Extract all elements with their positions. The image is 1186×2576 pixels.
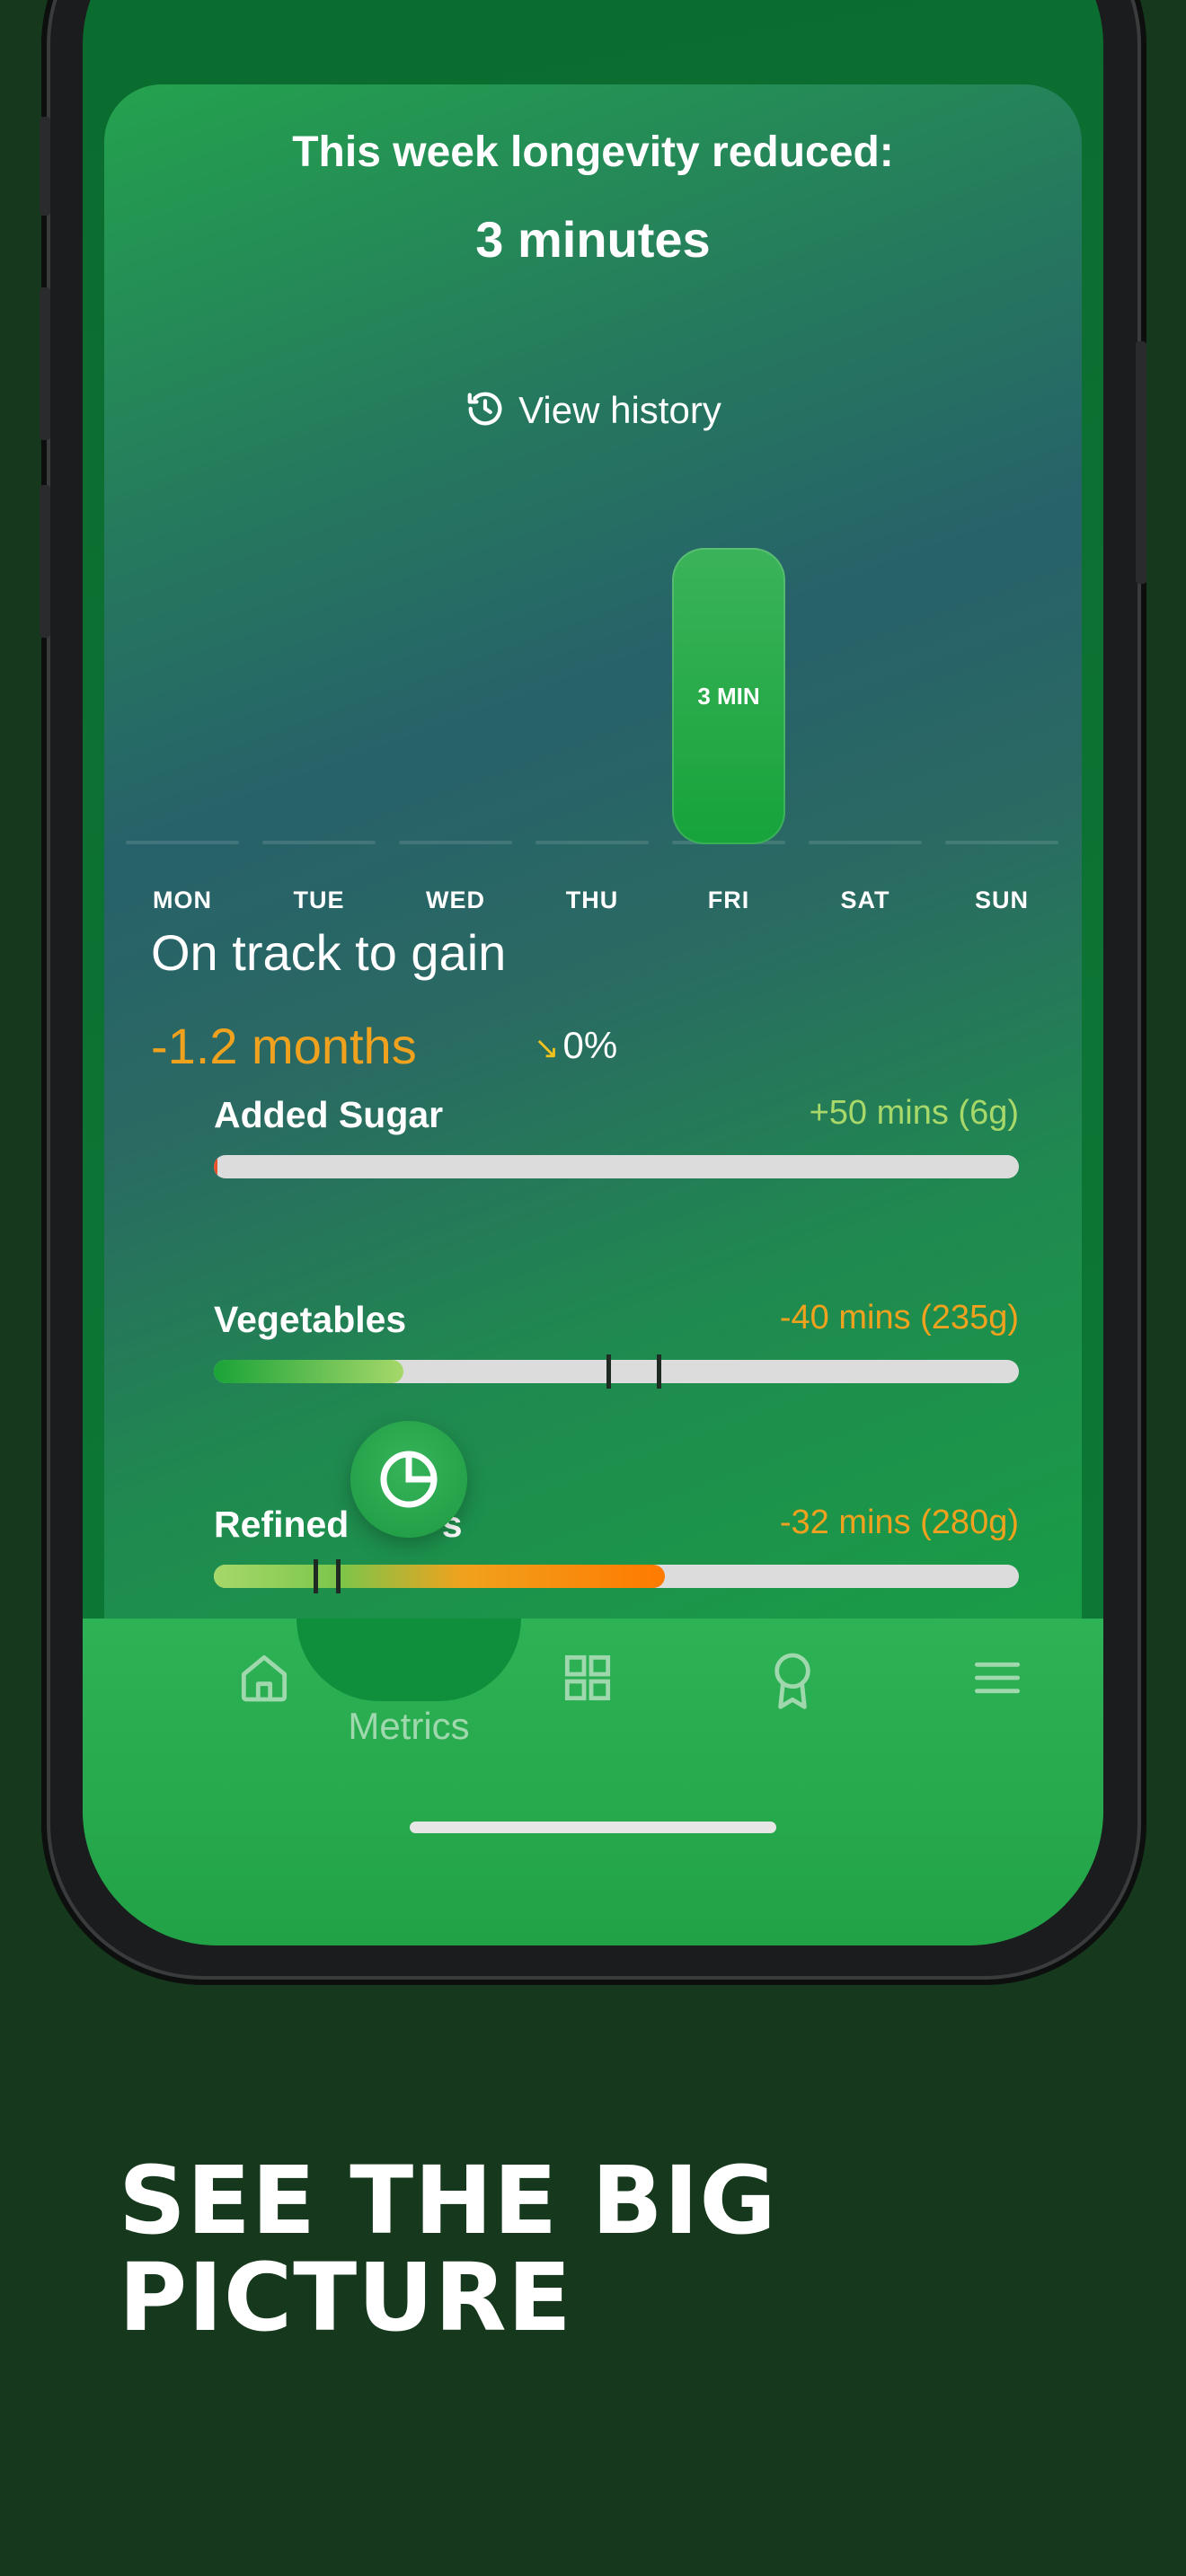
chart-day-label: SUN (974, 887, 1029, 913)
history-icon (465, 388, 506, 438)
chart-baseline (945, 841, 1058, 844)
chart-day-label: MON (153, 887, 212, 913)
award-icon[interactable] (764, 1649, 821, 1716)
projection-trend: ↘0% (534, 1024, 617, 1067)
metric-value: -32 mins (280g) (779, 1504, 1019, 1541)
home-indicator[interactable] (410, 1822, 776, 1833)
chart-day-sun[interactable]: SUN (945, 462, 1058, 929)
chart-day-fri[interactable]: 3 MIN FRI (672, 462, 785, 929)
metric-progress-bar (214, 1559, 1019, 1593)
metric-progress-fill (214, 1360, 403, 1383)
metric-target-marker (336, 1559, 341, 1593)
metric-progress-bar (214, 1155, 1019, 1178)
view-history-label: View history (518, 389, 721, 432)
chart-baseline (126, 841, 239, 844)
headline-line-2: PICTURE (119, 2243, 572, 2352)
metrics-tab-button[interactable] (350, 1421, 467, 1538)
card-title: This week longevity reduced: (292, 128, 894, 176)
chart-day-thu[interactable]: THU (535, 462, 649, 929)
metric-target-marker (657, 1354, 661, 1389)
view-history-link[interactable]: View history (104, 388, 1082, 438)
chart-day-tue[interactable]: TUE (262, 462, 376, 929)
metric-progress-fill (214, 1155, 217, 1178)
weekly-bar-chart: MON TUE WED THU 3 MIN FRI SAT SUN (126, 462, 1060, 929)
metric-value: +50 mins (6g) (809, 1094, 1019, 1132)
headline-line-1: SEE THE BIG (119, 2146, 777, 2255)
metric-value: -40 mins (235g) (779, 1299, 1019, 1337)
phone-side-button (40, 117, 50, 216)
chart-day-mon[interactable]: MON (126, 462, 239, 929)
promo-headline: SEE THE BIG PICTURE (119, 2152, 777, 2346)
metric-name: Added Sugar (214, 1094, 444, 1135)
projection-value: -1.2 months (151, 1018, 417, 1074)
metric-vegetables[interactable]: Vegetables -40 mins (235g) (214, 1299, 1019, 1389)
reduced-amount: 3 minutes (475, 211, 711, 268)
phone-power-button (1136, 341, 1146, 584)
metric-progress-fill (214, 1565, 665, 1588)
chart-day-label: SAT (840, 887, 890, 913)
metric-target-marker (314, 1559, 318, 1593)
nav-active-notch (296, 1619, 521, 1701)
projection-title: On track to gain (151, 924, 507, 981)
weekly-summary-card: This week longevity reduced: 3 minutes V… (104, 84, 1082, 1791)
phone-volume-down (40, 485, 50, 638)
chart-day-label: WED (426, 887, 485, 913)
metric-progress-bar (214, 1354, 1019, 1389)
chart-baseline (262, 841, 376, 844)
app-screen: This week longevity reduced: 3 minutes V… (83, 0, 1103, 1945)
nav-label-metrics[interactable]: Metrics (319, 1705, 499, 1748)
metric-added-sugar[interactable]: Added Sugar +50 mins (6g) (214, 1094, 1019, 1184)
chart-day-sat[interactable]: SAT (809, 462, 922, 929)
trend-down-icon: ↘ (534, 1031, 560, 1065)
menu-icon[interactable] (969, 1649, 1026, 1711)
chart-baseline (809, 841, 922, 844)
chart-day-wed[interactable]: WED (399, 462, 512, 929)
chart-baseline (399, 841, 512, 844)
metric-name: Vegetables (214, 1299, 407, 1340)
metric-refined-grains[interactable]: Refined s -32 mins (280g) (214, 1504, 1019, 1593)
metric-target-marker (606, 1354, 611, 1389)
phone-volume-up (40, 287, 50, 440)
grid-icon[interactable] (559, 1649, 616, 1711)
chart-day-label: TUE (293, 887, 345, 913)
trend-percent: 0% (562, 1024, 618, 1066)
chart-baseline (535, 841, 649, 844)
chart-day-label: THU (565, 887, 619, 913)
home-icon[interactable] (235, 1649, 293, 1711)
chart-bar-label: 3 MIN (697, 683, 760, 710)
metrics-icon (380, 1451, 438, 1508)
chart-day-label: FRI (707, 887, 750, 913)
